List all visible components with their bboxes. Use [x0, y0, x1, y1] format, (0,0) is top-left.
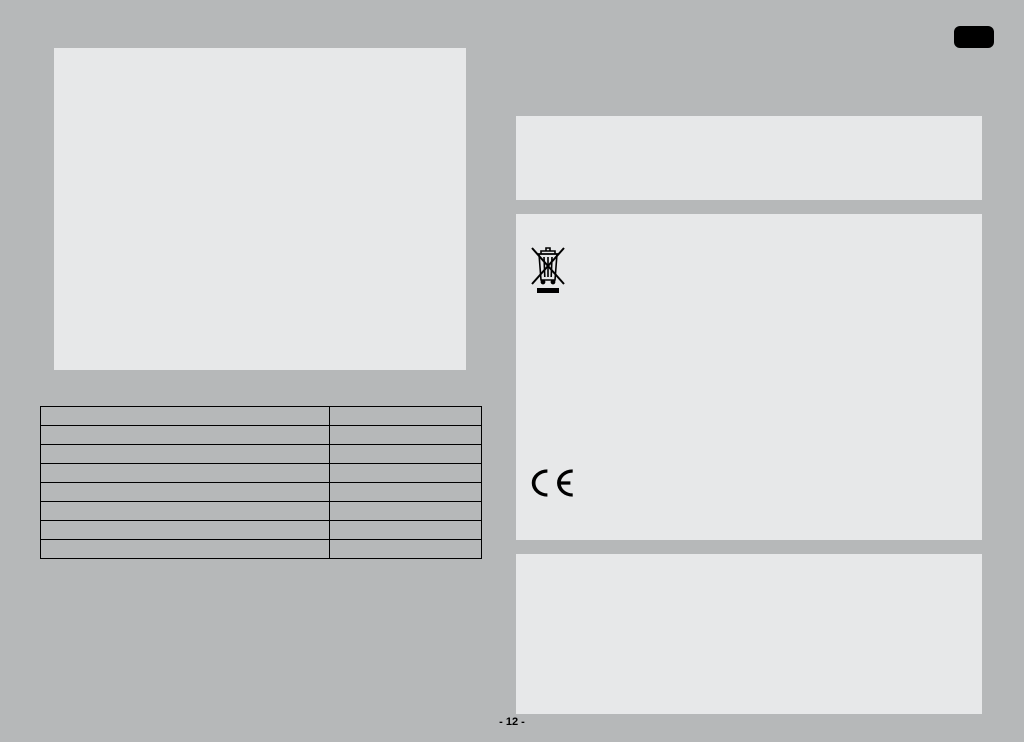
info-box-bottom: [516, 554, 982, 714]
table-row: [41, 426, 482, 445]
spec-value: [330, 464, 482, 483]
ce-mark-icon: [527, 468, 578, 498]
spec-value: [330, 483, 482, 502]
spec-label: [41, 426, 330, 445]
right-column: [516, 116, 982, 714]
document-page: - 12 -: [0, 0, 1024, 742]
spec-label: [41, 483, 330, 502]
spec-value: [330, 426, 482, 445]
language-tab: [954, 26, 994, 48]
spec-value: [330, 407, 482, 426]
spec-label: [41, 502, 330, 521]
spec-tbody: [41, 407, 482, 559]
spec-value: [330, 540, 482, 559]
spec-label: [41, 445, 330, 464]
spec-label: [41, 540, 330, 559]
spec-label: [41, 464, 330, 483]
figure-placeholder: [54, 48, 466, 370]
info-box-top: [516, 116, 982, 200]
spec-label: [41, 407, 330, 426]
table-row: [41, 445, 482, 464]
table-row: [41, 464, 482, 483]
page-number: - 12 -: [0, 716, 1024, 728]
specifications-table: [40, 406, 482, 559]
spec-value: [330, 445, 482, 464]
table-row: [41, 483, 482, 502]
spec-value: [330, 521, 482, 540]
table-row: [41, 540, 482, 559]
info-box-middle: [516, 214, 982, 540]
table-row: [41, 521, 482, 540]
spec-value: [330, 502, 482, 521]
table-row: [41, 502, 482, 521]
table-row: [41, 407, 482, 426]
weee-bin-icon: [530, 246, 566, 301]
spec-label: [41, 521, 330, 540]
